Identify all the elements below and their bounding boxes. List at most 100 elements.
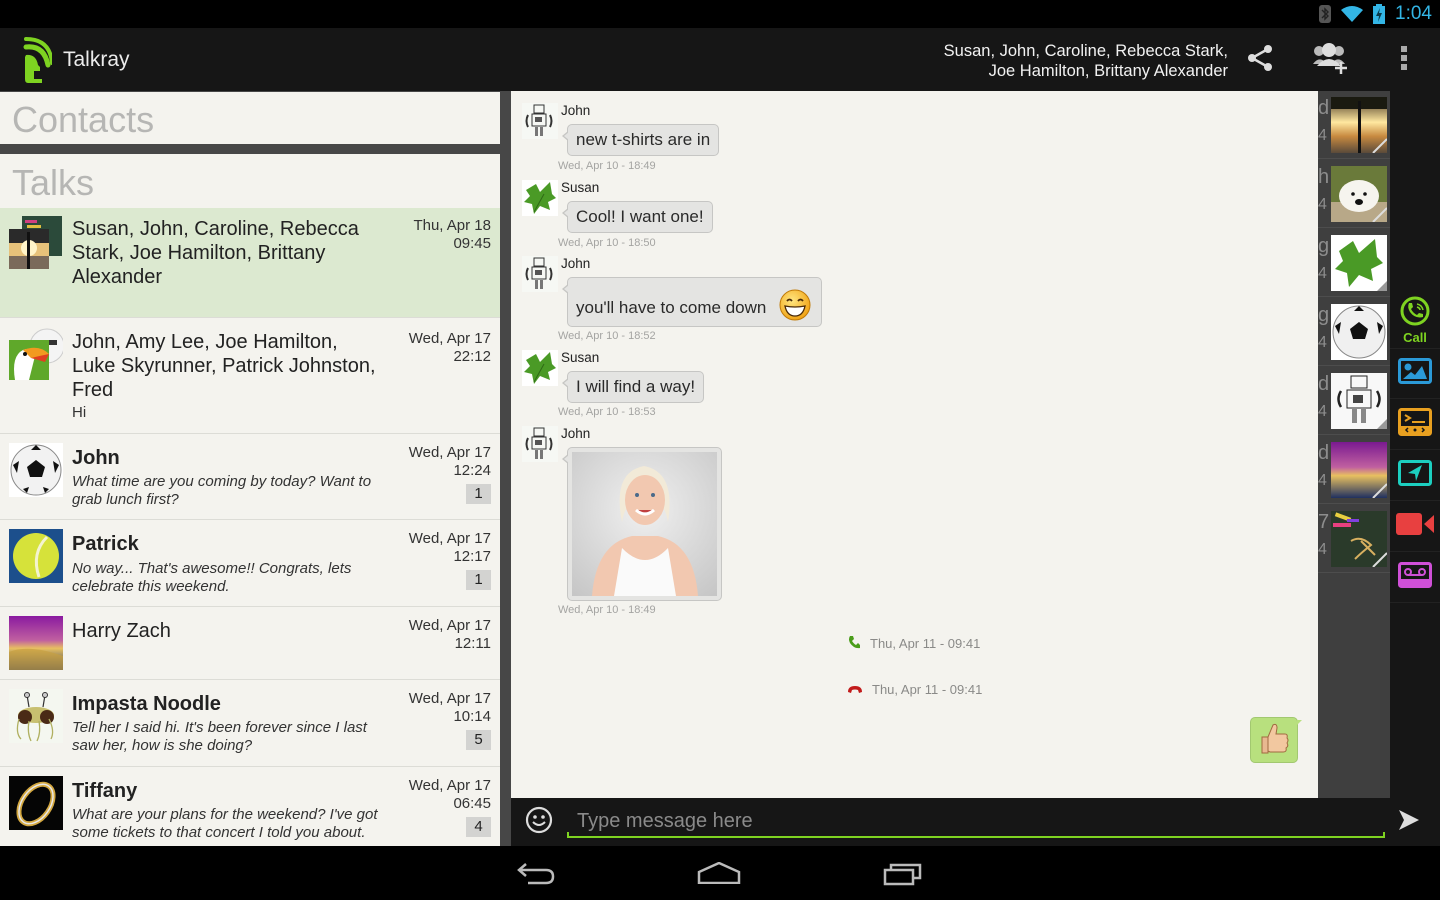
add-participants-button[interactable] [1312, 42, 1348, 78]
talkray-logo-icon[interactable] [22, 35, 54, 90]
strip-letter: hi [1318, 166, 1330, 188]
strip-num: 4 [1318, 127, 1327, 144]
talks-title: Talks [12, 162, 95, 203]
call-event-time: Thu, Apr 11 - 09:41 [870, 636, 981, 651]
contacts-section-header[interactable]: Contacts [0, 92, 500, 144]
robot-avatar[interactable] [522, 256, 558, 292]
overflow-menu-button[interactable] [1386, 42, 1422, 78]
emoji-picker-button[interactable] [525, 806, 553, 839]
home-button[interactable] [697, 861, 741, 889]
strip-item[interactable]: hi 4 [1318, 160, 1390, 228]
message-time: Wed, Apr 10 - 18:50 [558, 237, 656, 249]
send-location-button[interactable] [1390, 451, 1440, 501]
strip-letter: d [1318, 97, 1330, 119]
message-text: you'll have to come down [576, 298, 767, 317]
strip-letter: d [1318, 442, 1330, 464]
voice-message-icon [1398, 562, 1432, 593]
robot-avatar[interactable] [522, 426, 558, 462]
call-event: Thu, Apr 11 - 09:41 [848, 682, 982, 697]
talk-preview: Tell her I said hi. It's been forever si… [72, 719, 367, 754]
robot-avatar[interactable] [522, 103, 558, 139]
talk-preview: Hi [72, 404, 87, 421]
talk-item[interactable]: Impasta Noodle Tell her I said hi. It's … [0, 680, 500, 767]
city-night-thumbnail [1331, 442, 1387, 498]
talk-name: Tiffany [72, 780, 138, 802]
contacts-title: Contacts [12, 99, 155, 140]
grinning-face-emoji-icon [779, 289, 811, 326]
strip-item[interactable]: g 4 [1318, 298, 1390, 366]
message-sender: John [561, 256, 591, 271]
bluetooth-icon [1319, 5, 1332, 23]
video-icon [1396, 512, 1434, 541]
strip-item[interactable]: g 4 [1318, 229, 1390, 297]
voice-message-button[interactable] [1390, 553, 1440, 603]
talk-list: Susan, John, Caroline, Rebecca Stark, Jo… [0, 208, 500, 846]
unread-badge: 1 [466, 484, 491, 504]
strip-num: 4 [1318, 541, 1327, 558]
call-button[interactable]: Call [1390, 293, 1440, 349]
group-toucan-avatar [9, 326, 65, 380]
incoming-call-icon [848, 635, 860, 652]
strip-letter: d [1318, 373, 1330, 395]
strip-num: 4 [1318, 265, 1327, 282]
message-bubble[interactable]: I will find a way! [561, 371, 705, 403]
leaf-avatar[interactable] [522, 180, 558, 216]
talk-name: Patrick [72, 533, 139, 555]
talk-date: Wed, Apr 17 10:14 [408, 690, 491, 725]
talk-item[interactable]: Tiffany What are your plans for the week… [0, 767, 500, 846]
talk-date: Thu, Apr 18 09:45 [413, 217, 491, 252]
conversation-title[interactable]: Susan, John, Caroline, Rebecca Stark, Jo… [944, 41, 1228, 81]
talk-name: Harry Zach [72, 620, 171, 642]
conversation-title-line2: Joe Hamilton, Brittany Alexander [988, 62, 1228, 80]
message-bubble[interactable]: Cool! I want one! [562, 201, 713, 233]
strip-item[interactable]: d 4 [1318, 436, 1390, 504]
talk-item[interactable]: Harry Zach Wed, Apr 17 12:11 [0, 607, 500, 680]
leaf-avatar[interactable] [522, 350, 558, 386]
left-panel: Contacts Talks Susan, John, Caroline, Re… [0, 91, 511, 846]
message-bubble[interactable]: you'll have to come down [562, 277, 822, 327]
recent-apps-button[interactable] [883, 862, 923, 891]
talk-name: Impasta Noodle [72, 693, 221, 715]
strip-item[interactable]: 7 4 [1318, 505, 1390, 573]
chat-panel: John new t-shirts are in Wed, Apr 10 - 1… [511, 91, 1318, 798]
chalk-thumbnail [1331, 511, 1387, 567]
message-time: Wed, Apr 10 - 18:49 [558, 604, 656, 616]
strip-item[interactable]: d 4 [1318, 367, 1390, 435]
talk-item[interactable]: Susan, John, Caroline, Rebecca Stark, Jo… [0, 208, 500, 318]
message-bubble[interactable]: new t-shirts are in [561, 124, 720, 156]
share-button[interactable] [1242, 42, 1278, 78]
polar-bear-thumbnail [1331, 166, 1387, 222]
send-button[interactable] [1397, 808, 1421, 837]
action-bar: Talkray Susan, John, Caroline, Rebecca S… [0, 28, 1440, 91]
talk-preview: What time are you coming by today? Want … [72, 473, 372, 508]
unread-badge: 5 [466, 730, 491, 750]
add-participants-icon [1311, 42, 1349, 79]
talk-name: John, Amy Lee, Joe Hamilton, Luke Skyrun… [72, 331, 376, 401]
soccer-ball-avatar [9, 443, 63, 497]
send-icon [1399, 810, 1419, 830]
photo-attachment[interactable] [572, 452, 717, 601]
talk-item[interactable]: Patrick No way... That's awesome!! Congr… [0, 520, 500, 607]
message-input[interactable] [567, 804, 1385, 838]
tennis-ball-avatar [9, 529, 63, 583]
strip-item[interactable]: d 4 [1318, 91, 1390, 159]
robot-thumbnail [1331, 373, 1387, 429]
app-title: Talkray [63, 48, 130, 71]
back-button[interactable] [516, 861, 556, 890]
thumbs-up-emoji-icon [1258, 721, 1290, 760]
video-call-button[interactable] [1390, 502, 1440, 552]
conversation-thumbnail-strip: d 4 hi 4 g 4 g 4 d 4 d 4 7 [1318, 91, 1390, 798]
talk-item[interactable]: John What time are you coming by today? … [0, 434, 500, 520]
call-label: Call [1403, 330, 1427, 345]
recent-apps-icon [883, 863, 922, 886]
talk-item[interactable]: John, Amy Lee, Joe Hamilton, Luke Skyrun… [0, 318, 500, 434]
send-image-button[interactable] [1390, 349, 1440, 399]
send-terminal-button[interactable] [1390, 400, 1440, 450]
action-sidebar: Call [1390, 91, 1440, 798]
photo-message-bubble[interactable] [562, 447, 722, 601]
talk-date: Wed, Apr 17 22:12 [408, 330, 491, 365]
city-night-avatar [9, 616, 63, 670]
conversation-title-line1: Susan, John, Caroline, Rebecca Stark, [943, 42, 1228, 60]
outgoing-sticker-bubble[interactable] [1250, 717, 1302, 763]
app-root: 1:04 Talkray Susan, John, Caroline, Rebe… [0, 0, 1440, 900]
